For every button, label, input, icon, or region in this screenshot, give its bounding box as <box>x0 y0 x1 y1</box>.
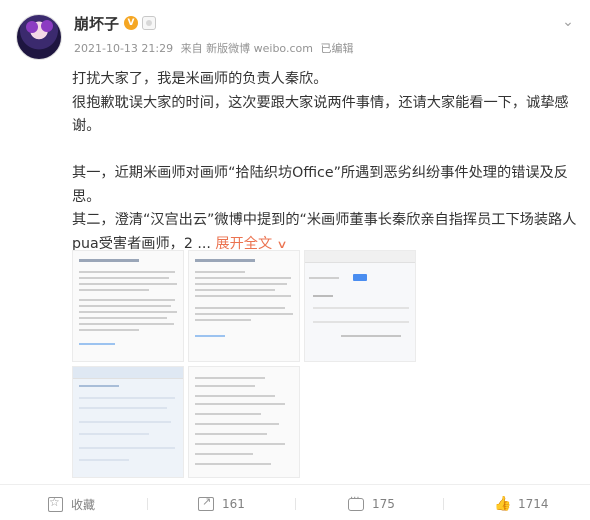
action-separator <box>443 498 444 510</box>
post-line: 其一，近期米画师对画师“拾陆织坊Office”所遇到恶劣纠纷事件处理的错误及反思… <box>72 165 568 205</box>
favorite-label: 收藏 <box>71 497 96 512</box>
favorite-icon <box>48 495 63 512</box>
action-separator <box>295 498 296 510</box>
action-separator <box>147 498 148 510</box>
comment-count: 175 <box>372 497 395 511</box>
post-datetime[interactable]: 2021-10-13 21:29 <box>74 42 173 55</box>
repost-button[interactable]: 161 <box>198 494 245 514</box>
username[interactable]: 崩坏子 <box>74 13 119 34</box>
comment-icon <box>348 493 364 511</box>
repost-count: 161 <box>222 497 245 511</box>
like-count: 1714 <box>518 497 549 511</box>
post-body: 打扰大家了，我是米画师的负责人秦欣。 很抱歉耽误大家的时间，这次要跟大家说两件事… <box>72 68 580 256</box>
post-meta: 2021-10-13 21:29 来自 新版微博 weibo.com 已编辑 <box>74 40 357 56</box>
post-image-2[interactable] <box>188 250 300 362</box>
member-badge-icon <box>142 16 156 30</box>
action-bar-divider <box>0 484 590 485</box>
post-image-1[interactable] <box>72 250 184 362</box>
edited-label: 已编辑 <box>320 42 354 55</box>
post-line-last: 其二，澄清“汉宫出云”微博中提到的“米画师董事长秦欣亲自指挥员工下场装路人pua… <box>72 209 580 256</box>
post-line: 打扰大家了，我是米画师的负责人秦欣。 <box>72 71 328 87</box>
post-line: 其二，澄清“汉宫出云”微博中提到的“米画师董事长秦欣亲自指挥员工下场装路人pua… <box>72 212 577 252</box>
like-button[interactable]: 👍 1714 <box>494 494 549 514</box>
post-image-5[interactable] <box>188 366 300 478</box>
user-avatar[interactable] <box>16 14 62 60</box>
post-line: 很抱歉耽误大家的时间，这次要跟大家说两件事情，还请大家能看一下，诚挚感谢。 <box>72 94 569 135</box>
post-image-4[interactable] <box>72 366 184 478</box>
post-source: 来自 新版微博 weibo.com <box>180 42 313 55</box>
post-line-blank <box>72 139 580 163</box>
chevron-down-icon[interactable]: ⌄ <box>560 14 576 30</box>
thumbs-up-icon: 👍 <box>494 495 512 512</box>
comment-button[interactable]: 175 <box>348 493 395 514</box>
weibo-post-card: 崩坏子 V 2021-10-13 21:29 来自 新版微博 weibo.com… <box>0 0 590 520</box>
verified-badge-icon: V <box>124 16 138 30</box>
post-image-3[interactable] <box>304 250 416 362</box>
repost-icon <box>198 495 214 511</box>
favorite-button[interactable]: 收藏 <box>48 494 95 514</box>
